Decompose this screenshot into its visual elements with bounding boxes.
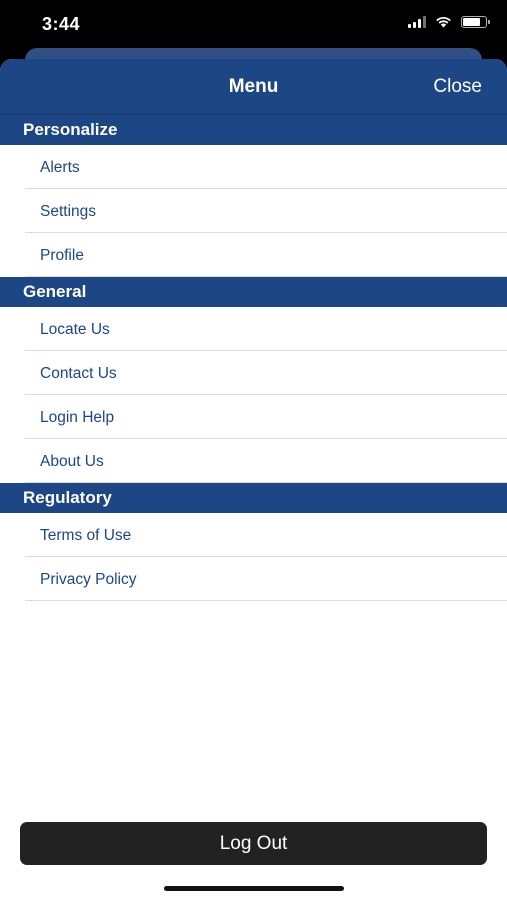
status-bar: 3:44 [0, 0, 507, 50]
nav-bar: Menu Close [0, 59, 507, 115]
section-header: General [0, 277, 507, 307]
section-header: Personalize [0, 115, 507, 145]
section-personalize: Personalize Alerts Settings Profile [0, 115, 507, 277]
menu-item-profile[interactable]: Profile [25, 233, 507, 277]
menu-item-contact-us[interactable]: Contact Us [25, 351, 507, 395]
menu-sheet: Menu Close Personalize Alerts Settings P… [0, 59, 507, 900]
close-button[interactable]: Close [433, 76, 482, 98]
status-icons [408, 16, 490, 28]
section-regulatory: Regulatory Terms of Use Privacy Policy [0, 483, 507, 601]
menu-item-login-help[interactable]: Login Help [25, 395, 507, 439]
section-header: Regulatory [0, 483, 507, 513]
log-out-button[interactable]: Log Out [20, 822, 487, 865]
home-indicator [164, 886, 344, 891]
page-title: Menu [228, 76, 279, 97]
menu-item-about-us[interactable]: About Us [25, 439, 507, 483]
status-time: 3:44 [42, 14, 81, 34]
menu-item-privacy-policy[interactable]: Privacy Policy [25, 557, 507, 601]
menu-item-settings[interactable]: Settings [25, 189, 507, 233]
menu-item-alerts[interactable]: Alerts [25, 145, 507, 189]
battery-fill [463, 18, 480, 26]
menu-item-terms-of-use[interactable]: Terms of Use [25, 513, 507, 557]
cellular-signal-icon [408, 16, 426, 28]
wifi-icon [436, 17, 451, 28]
section-general: General Locate Us Contact Us Login Help … [0, 277, 507, 483]
menu-item-locate-us[interactable]: Locate Us [25, 307, 507, 351]
app-screen: 3:44 Menu Close Personalize Alerts Setti… [0, 0, 507, 900]
battery-icon [461, 16, 490, 28]
